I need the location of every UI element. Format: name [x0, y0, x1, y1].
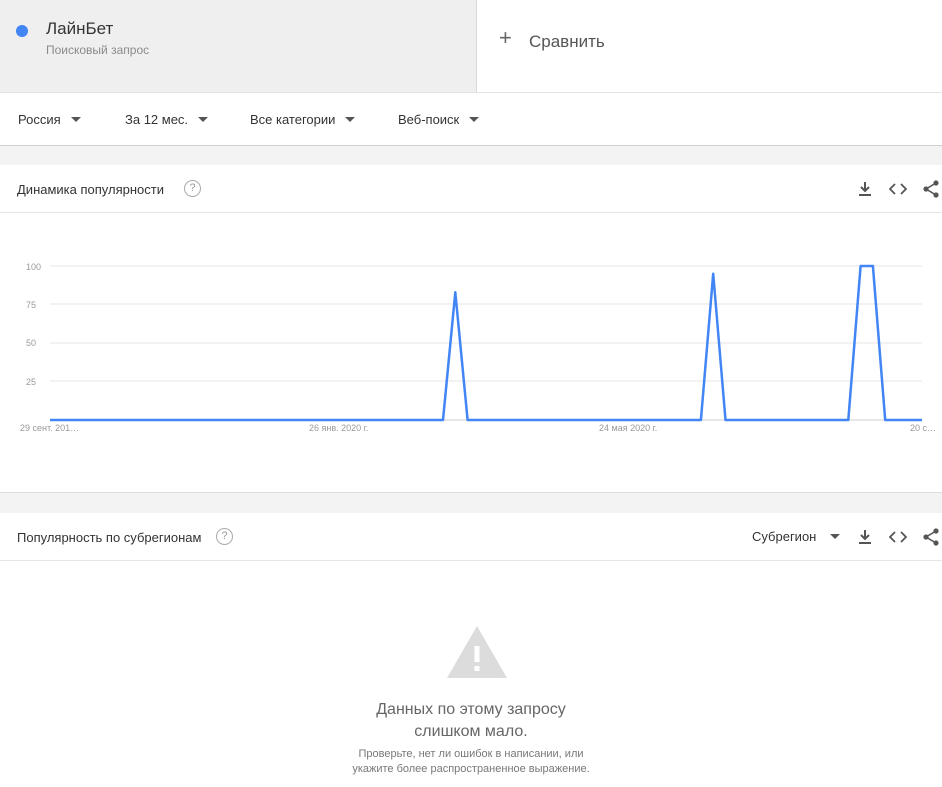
- interest-line-chart: [50, 264, 922, 422]
- region-filter[interactable]: Россия: [18, 93, 81, 145]
- term-subtitle: Поисковый запрос: [46, 43, 150, 57]
- caret-down-icon: [70, 116, 81, 122]
- x-tick-label: 26 янв. 2020 г.: [309, 423, 369, 433]
- category-filter-label: Все категории: [250, 111, 336, 127]
- x-tick-label: 20 с…: [910, 423, 937, 433]
- filter-bar: Россия За 12 мес. Все категории Веб-поис…: [0, 92, 942, 146]
- share-icon[interactable]: [920, 527, 942, 547]
- subregion-card: Популярность по субрегионам ? Субрегион …: [0, 513, 942, 787]
- interest-over-time-card: Динамика популярности ? 100 75 50 25 29 …: [0, 165, 942, 493]
- x-tick-label: 24 мая 2020 г.: [599, 423, 658, 433]
- plus-icon: +: [499, 25, 512, 50]
- x-tick-label: 29 сент. 201…: [20, 423, 80, 433]
- hint-line2: укажите более распространенное выражение…: [352, 763, 590, 775]
- caret-down-icon: [345, 116, 356, 122]
- category-filter[interactable]: Все категории: [250, 93, 356, 145]
- term-name: ЛайнБет: [46, 19, 114, 38]
- search-type-filter-label: Веб-поиск: [398, 111, 460, 127]
- hint-line1: Проверьте, нет ли ошибок в написании, ил…: [358, 748, 584, 760]
- term-color-dot: [16, 25, 28, 37]
- caret-down-icon: [198, 116, 209, 122]
- caret-down-icon: [469, 116, 480, 122]
- empty-message-line1: Данных по этому запросу: [376, 701, 566, 718]
- region-filter-label: Россия: [18, 111, 61, 127]
- period-filter-label: За 12 мес.: [125, 111, 189, 127]
- help-icon[interactable]: ?: [216, 528, 233, 545]
- period-filter[interactable]: За 12 мес.: [125, 93, 209, 145]
- empty-message-line2: слишком мало.: [414, 723, 528, 740]
- search-term-card[interactable]: ЛайнБет Поисковый запрос: [0, 0, 477, 92]
- subregion-dropdown[interactable]: Субрегион: [752, 529, 841, 544]
- search-type-filter[interactable]: Веб-поиск: [398, 93, 480, 145]
- subregion-dropdown-label: Субрегион: [752, 529, 817, 544]
- compare-label: Сравнить: [529, 32, 605, 51]
- subregion-card-header: Популярность по субрегионам ? Субрегион: [0, 513, 942, 561]
- download-icon[interactable]: [854, 527, 876, 547]
- warning-icon: [447, 626, 507, 678]
- subregion-title: Популярность по субрегионам: [17, 530, 202, 545]
- compare-button[interactable]: + Сравнить: [477, 0, 942, 92]
- search-term-bar: ЛайнБет Поисковый запрос + Сравнить: [0, 0, 942, 92]
- embed-code-icon[interactable]: [887, 527, 909, 547]
- caret-down-icon: [830, 534, 841, 539]
